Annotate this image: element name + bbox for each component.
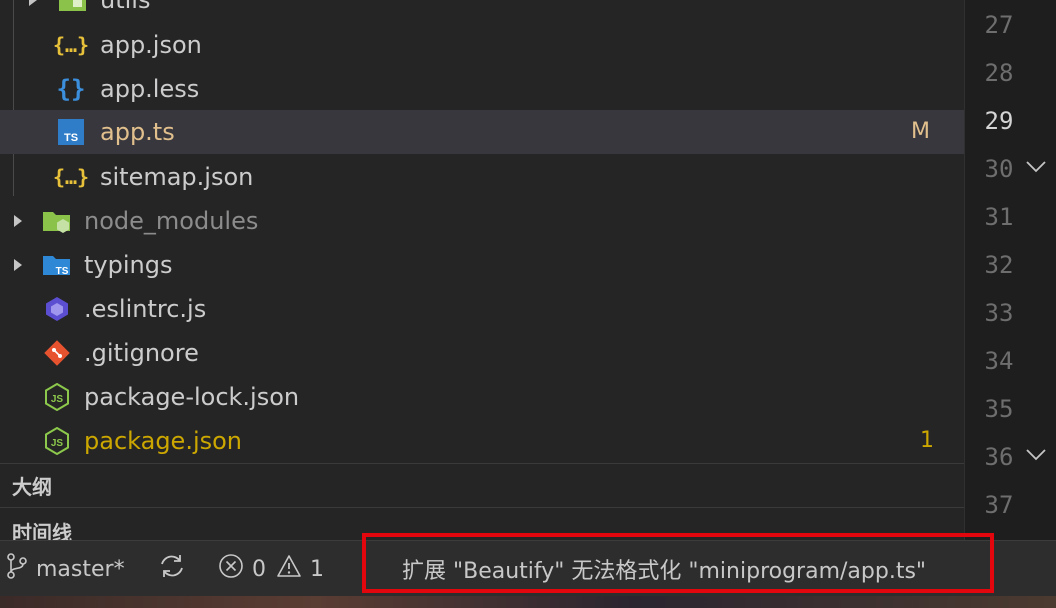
tree-item-app-ts[interactable]: TS app.ts M <box>0 110 964 154</box>
node-modules-folder-icon <box>42 199 72 243</box>
branch-name: master* <box>36 556 125 582</box>
git-branch-icon <box>6 553 28 585</box>
chevron-right-icon <box>13 243 23 287</box>
chevron-right-icon <box>13 199 23 243</box>
tree-item-package-json[interactable]: JS package.json 1 <box>0 419 964 463</box>
status-bar: master* 0 1 扩展 "Beautify" 无法格式化 "minipro… <box>0 533 1056 597</box>
tree-item-label: sitemap.json <box>100 163 254 191</box>
tree-item-label: app.json <box>100 31 202 59</box>
svg-text:JS: JS <box>51 394 64 405</box>
sync-icon <box>158 553 186 585</box>
tree-item-gitignore[interactable]: .gitignore <box>0 331 964 375</box>
problems-status[interactable]: 0 1 <box>218 541 324 597</box>
sync-button[interactable] <box>158 541 186 597</box>
eslint-icon <box>42 287 72 331</box>
utils-folder-icon <box>58 0 88 22</box>
tree-item-label: package.json <box>84 427 243 455</box>
tree-item-typings[interactable]: TS typings <box>0 243 964 287</box>
json-icon: {…} <box>52 33 90 57</box>
tree-item-eslintrc[interactable]: .eslintrc.js <box>0 287 964 331</box>
tree-item-package-lock[interactable]: JS package-lock.json <box>0 375 964 419</box>
line-number-current: 29 <box>984 107 1014 135</box>
less-icon: {} <box>56 75 86 103</box>
line-number: 32 <box>984 251 1014 279</box>
git-modified-badge: M <box>911 119 930 144</box>
tree-item-sitemap-json[interactable]: {…} sitemap.json <box>0 155 964 199</box>
tree-item-label: .gitignore <box>84 339 199 367</box>
line-number: 33 <box>984 299 1014 327</box>
typings-folder-icon: TS <box>42 243 72 287</box>
tree-item-label: typings <box>84 251 173 279</box>
tree-item-label: .eslintrc.js <box>84 295 207 323</box>
line-number: 34 <box>984 347 1014 375</box>
chevron-right-icon <box>28 0 38 22</box>
line-number: 28 <box>984 59 1014 87</box>
warning-count: 1 <box>310 556 324 582</box>
error-icon <box>218 553 244 585</box>
svg-text:JS: JS <box>51 438 64 449</box>
tree-item-label: app.less <box>100 75 200 103</box>
tree-item-app-less[interactable]: {} app.less <box>0 67 964 111</box>
outline-section-header[interactable]: 大纲 <box>0 463 964 507</box>
tree-item-app-json[interactable]: {…} app.json <box>0 23 964 67</box>
line-number: 30 <box>984 155 1014 183</box>
highlight-box <box>362 533 994 593</box>
tree-item-label: node_modules <box>84 207 259 235</box>
fold-chevron-down-icon[interactable] <box>1026 446 1046 465</box>
line-number: 27 <box>984 11 1014 39</box>
tree-item-utils[interactable]: utils <box>0 0 964 22</box>
git-icon <box>42 331 72 375</box>
svg-text:TS: TS <box>56 266 69 277</box>
svg-text:TS: TS <box>64 132 78 144</box>
json-icon: {…} <box>52 165 90 189</box>
nodejs-icon: JS <box>42 419 72 463</box>
fold-chevron-down-icon[interactable] <box>1026 158 1046 177</box>
problem-count-badge: 1 <box>920 428 934 453</box>
tree-item-label: app.ts <box>100 118 175 146</box>
error-count: 0 <box>252 556 266 582</box>
desktop-background-strip <box>0 596 1056 608</box>
line-number: 35 <box>984 395 1014 423</box>
tree-item-label: utils <box>100 0 151 14</box>
line-number: 31 <box>984 203 1014 231</box>
tree-item-label: package-lock.json <box>84 383 300 411</box>
branch-status[interactable]: master* <box>6 541 125 597</box>
tree-item-node-modules[interactable]: node_modules <box>0 199 964 243</box>
nodejs-icon: JS <box>42 375 72 419</box>
line-number: 37 <box>984 491 1014 519</box>
file-explorer: utils {…} app.json {} app.less TS app.ts… <box>0 0 964 463</box>
line-number: 36 <box>984 443 1014 471</box>
warning-icon <box>276 554 302 584</box>
outline-title: 大纲 <box>12 475 52 499</box>
typescript-icon: TS <box>56 110 86 154</box>
